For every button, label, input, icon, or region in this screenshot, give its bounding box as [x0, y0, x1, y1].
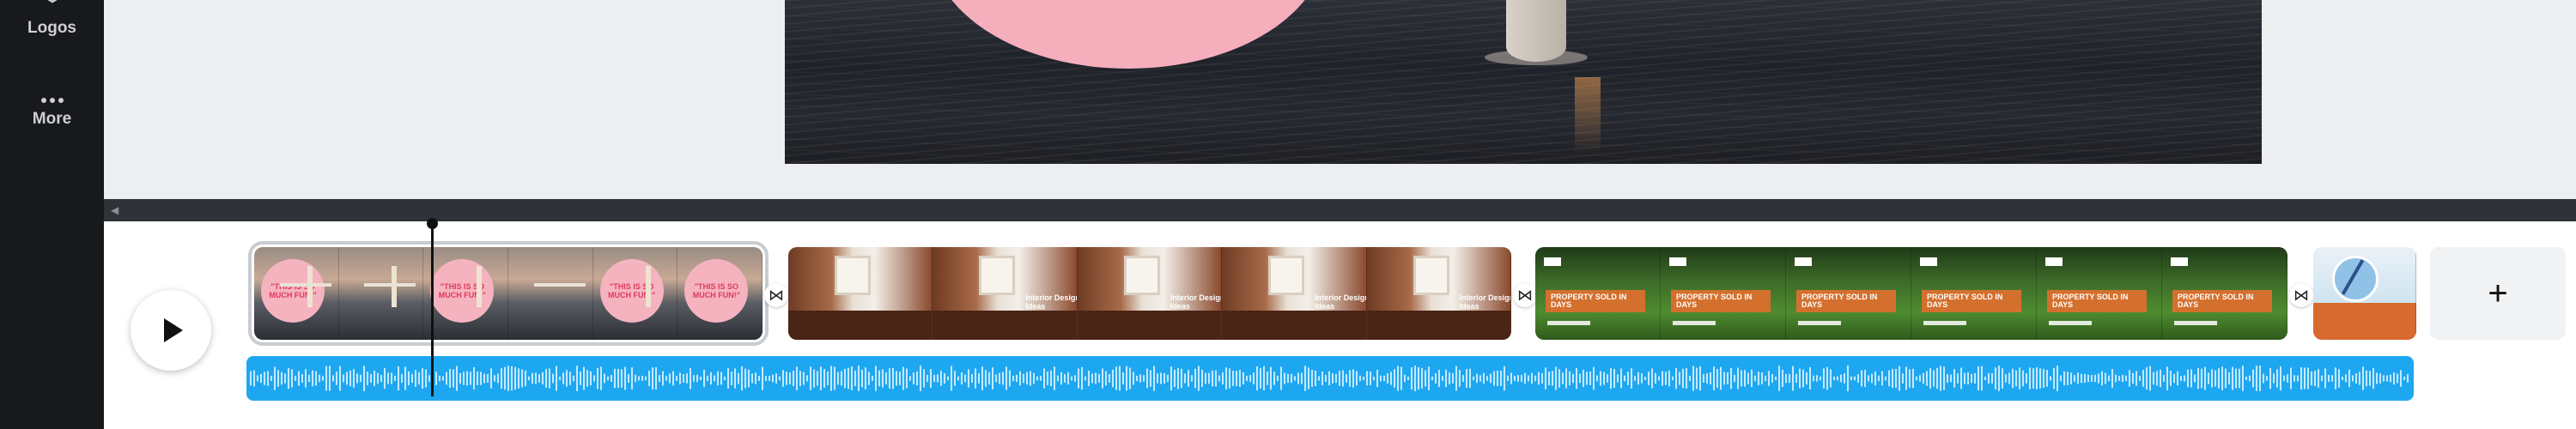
bridge-deck [279, 283, 331, 287]
clip-title-text: PROPERTY SOLD IN DAYS [1922, 290, 2021, 312]
pink-circle-text: "THIS IS SO MUCH FUN!" [261, 259, 325, 323]
sidebar-item-label: Logos [27, 19, 76, 37]
sidebar-item-label: More [32, 110, 72, 128]
bridge-deck [533, 283, 586, 287]
timeline-clip-2[interactable]: Interior Design Ideas Interior Design Id… [788, 247, 1511, 340]
tag-shape [2045, 257, 2063, 266]
canvas-scrollbar[interactable]: ◀ [104, 199, 2576, 221]
transition-button-2[interactable]: ⋈ [1513, 283, 1537, 307]
canvas-area [104, 0, 2576, 199]
clip-frame: PROPERTY SOLD IN DAYS [1786, 247, 1911, 340]
subtitle-line [2174, 321, 2217, 325]
timeline-clip-1[interactable]: "THIS IS SO MUCH FUN!" "THIS IS SO MUCH … [248, 241, 769, 346]
waveform [250, 366, 2409, 391]
tag-shape [1544, 257, 1561, 266]
clip-frame: "THIS IS SO MUCH FUN!" [677, 247, 762, 340]
compass-image [2332, 256, 2379, 302]
transition-button-1[interactable]: ⋈ [764, 283, 788, 307]
clip-frame: Interior Design Ideas [933, 247, 1078, 340]
clip-frame [338, 247, 424, 340]
clip-frame: Interior Design Ideas [1222, 247, 1367, 340]
clip-frame: "THIS IS SO MUCH FUN!" [423, 247, 509, 340]
timeline-clip-3[interactable]: PROPERTY SOLD IN DAYS PROPERTY SOLD IN D… [1535, 247, 2287, 340]
window-image [979, 256, 1016, 295]
subtitle-line [1547, 321, 1590, 325]
clip-title-text: Interior Design Ideas [1459, 293, 1511, 311]
clip-frame: Interior Design Ideas [1366, 247, 1511, 340]
counter-image [1077, 311, 1222, 340]
clip-frame: PROPERTY SOLD IN DAYS [1911, 247, 2037, 340]
timeline-clip-4[interactable] [2313, 247, 2416, 340]
tag-shape [2171, 257, 2188, 266]
bridge-pylon [392, 266, 398, 307]
add-page-button[interactable]: + [2430, 247, 2566, 340]
counter-image [933, 311, 1077, 340]
clip-title-text: Interior Design Ideas [1170, 293, 1223, 311]
clip-frame: Interior Design Ideas [1077, 247, 1223, 340]
clip-frame: PROPERTY SOLD IN DAYS [2037, 247, 2162, 340]
clip-title-text: PROPERTY SOLD IN DAYS [2172, 290, 2272, 312]
bridge-deck [364, 283, 416, 287]
clip-title-text: PROPERTY SOLD IN DAYS [1546, 290, 1645, 312]
bridge-pylon [646, 266, 652, 307]
more-dots-icon [35, 82, 70, 105]
scroll-left-icon[interactable]: ◀ [111, 204, 118, 216]
clip-frame: PROPERTY SOLD IN DAYS [1661, 247, 1786, 340]
pink-circle-text: "THIS IS SO MUCH FUN!" [430, 259, 495, 323]
clip-frame: PROPERTY SOLD IN DAYS [1535, 247, 1661, 340]
counter-image [1222, 311, 1366, 340]
clip-frame: PROPERTY SOLD IN DAYS [2162, 247, 2287, 340]
subtitle-line [1923, 321, 1966, 325]
bridge-pylon [307, 266, 313, 307]
counter-image [1366, 311, 1511, 340]
tag-shape [1669, 257, 1686, 266]
clip-frame [2313, 247, 2416, 340]
sidebar-item-more[interactable]: More [0, 82, 104, 129]
clip-title-text: Interior Design Ideas [1025, 293, 1078, 311]
subtitle-line [1798, 321, 1841, 325]
clip-title-text: Interior Design Ideas [1315, 293, 1367, 311]
pink-circle-text: "THIS IS SO MUCH FUN!" [599, 259, 664, 323]
subtitle-line [2049, 321, 2092, 325]
play-icon [164, 318, 183, 342]
clip-frame [788, 247, 933, 340]
window-image [1268, 256, 1305, 295]
sidebar-item-logos[interactable]: Logos [0, 0, 104, 38]
left-sidebar: Logos More [0, 0, 104, 429]
playhead-handle[interactable] [427, 218, 438, 229]
logos-icon [35, 0, 70, 14]
transition-button-3[interactable]: ⋈ [2289, 283, 2313, 307]
play-button[interactable] [131, 290, 211, 371]
page-preview[interactable] [785, 0, 2262, 164]
counter-image [788, 311, 933, 340]
bridge-tower-image [1506, 0, 1566, 62]
playhead[interactable] [431, 220, 434, 396]
clip-frame: "THIS IS SO MUCH FUN!" [592, 247, 678, 340]
clip-frame [508, 247, 593, 340]
window-image [835, 256, 871, 295]
subtitle-line [1673, 321, 1716, 325]
clip-title-text: PROPERTY SOLD IN DAYS [1796, 290, 1896, 312]
window-image [1123, 256, 1160, 295]
clip-title-text: PROPERTY SOLD IN DAYS [2047, 290, 2147, 312]
tag-shape [1795, 257, 1812, 266]
pink-circle-text: "THIS IS SO MUCH FUN!" [684, 259, 749, 323]
bridge-pylon [477, 266, 483, 307]
audio-track[interactable] [246, 356, 2414, 401]
clip-title-text: PROPERTY SOLD IN DAYS [1671, 290, 1771, 312]
tag-shape [1920, 257, 1937, 266]
clip-frame: "THIS IS SO MUCH FUN!" [254, 247, 339, 340]
window-image [1413, 256, 1449, 295]
light-reflection [1575, 77, 1601, 154]
